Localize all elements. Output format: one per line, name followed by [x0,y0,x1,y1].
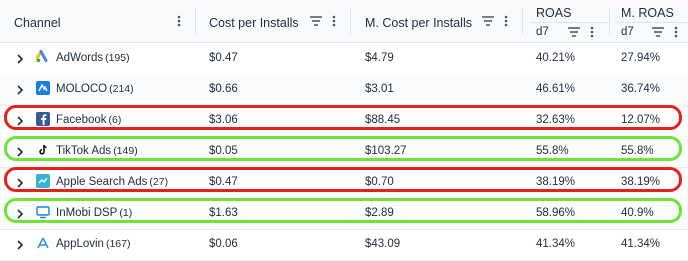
column-menu-icon[interactable] [500,14,512,28]
channel-name: InMobi DSP (1) [56,207,133,219]
column-group-m-roas: M. ROAS [621,6,674,20]
applovin-icon [36,236,50,250]
moloco-icon [36,81,50,95]
m-cost-per-installs-cell: $88.45 [365,114,401,126]
table-row[interactable]: TikTok Ads (149) $0.05 $103.27 55.8% 55.8… [0,136,688,168]
column-menu-icon[interactable] [670,25,682,39]
roas-cell: 40.21% [536,52,576,64]
channel-name: MOLOCO (214) [56,83,134,95]
cost-per-installs-cell: $0.47 [209,176,238,188]
m-roas-cell: 38.19% [621,176,661,188]
expand-chevron-icon[interactable] [14,114,26,126]
table-row[interactable]: AppLovin (167) $0.06 $43.09 41.34% 41.34% [0,229,688,261]
roas-cell: 41.34% [536,238,576,250]
filter-icon[interactable] [482,14,494,28]
roas-cell: 58.96% [536,207,576,219]
cost-per-installs-cell: $3.06 [209,114,238,126]
column-header-m-cost-per-installs[interactable]: M. Cost per Installs [365,16,472,30]
table-row[interactable]: Apple Search Ads (27) $0.47 $0.70 38.19% … [0,167,688,199]
column-group-roas: ROAS [536,6,572,20]
roas-cell: 46.61% [536,83,576,95]
roas-cell: 55.8% [536,145,569,157]
expand-chevron-icon[interactable] [14,207,26,219]
apple-search-ads-icon [36,174,50,188]
cost-per-installs-cell: $0.66 [209,83,238,95]
cost-per-installs-cell: $0.06 [209,238,238,250]
column-header-m-roas-d7[interactable]: d7 [621,26,634,38]
tiktok-icon [36,143,50,157]
table-header: Channel Cost per Installs M. Cost per In… [0,0,688,43]
channel-name: AdWords (195) [56,52,130,64]
m-cost-per-installs-cell: $0.70 [365,176,394,188]
channel-name: Facebook (6) [56,114,122,126]
filter-icon[interactable] [652,25,664,39]
column-menu-icon[interactable] [586,25,598,39]
inmobi-icon [36,205,50,219]
adwords-icon [36,50,50,64]
table-row[interactable]: AdWords (195) $0.47 $4.79 40.21% 27.94% [0,43,688,75]
m-roas-cell: 41.34% [621,238,661,250]
table-row[interactable]: MOLOCO (214) $0.66 $3.01 46.61% 36.74% [0,74,688,106]
expand-chevron-icon[interactable] [14,52,26,64]
column-menu-icon[interactable] [173,14,185,28]
column-header-channel[interactable]: Channel [14,16,61,30]
cost-per-installs-cell: $1.63 [209,207,238,219]
table-row[interactable]: Facebook (6) $3.06 $88.45 32.63% 12.07% [0,105,688,137]
filter-icon[interactable] [310,14,322,28]
facebook-icon [36,112,50,126]
m-roas-cell: 40.9% [621,207,654,219]
m-roas-cell: 27.94% [621,52,661,64]
expand-chevron-icon[interactable] [14,176,26,188]
channel-name: TikTok Ads (149) [56,145,138,157]
filter-icon[interactable] [568,25,580,39]
channel-name: AppLovin (167) [56,238,131,250]
roas-cell: 32.63% [536,114,576,126]
expand-chevron-icon[interactable] [14,238,26,250]
column-header-cost-per-installs[interactable]: Cost per Installs [209,16,299,30]
m-cost-per-installs-cell: $2.89 [365,207,394,219]
m-cost-per-installs-cell: $3.01 [365,83,394,95]
m-cost-per-installs-cell: $4.79 [365,52,394,64]
channel-name: Apple Search Ads (27) [56,176,169,188]
column-menu-icon[interactable] [328,14,340,28]
roas-cell: 38.19% [536,176,576,188]
table-row[interactable]: InMobi DSP (1) $1.63 $2.89 58.96% 40.9% [0,198,688,230]
m-roas-cell: 55.8% [621,145,654,157]
cost-per-installs-cell: $0.05 [209,145,238,157]
cost-per-installs-cell: $0.47 [209,52,238,64]
expand-chevron-icon[interactable] [14,145,26,157]
m-roas-cell: 12.07% [621,114,661,126]
m-cost-per-installs-cell: $103.27 [365,145,407,157]
channel-table: Channel Cost per Installs M. Cost per In… [0,0,688,261]
m-roas-cell: 36.74% [621,83,661,95]
column-header-roas-d7[interactable]: d7 [536,26,549,38]
expand-chevron-icon[interactable] [14,83,26,95]
m-cost-per-installs-cell: $43.09 [365,238,401,250]
